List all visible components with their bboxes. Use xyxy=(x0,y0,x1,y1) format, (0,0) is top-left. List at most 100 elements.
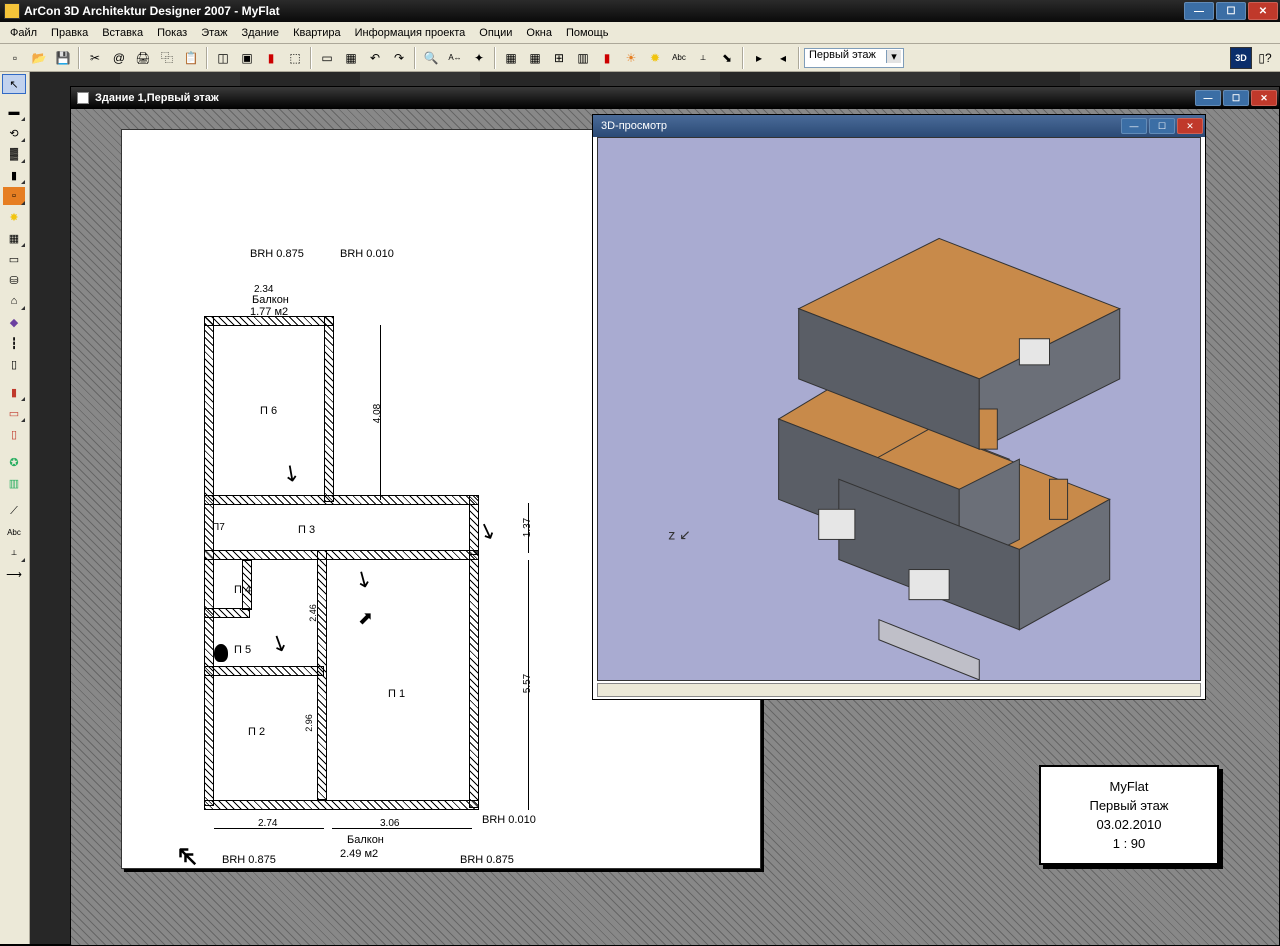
maximize-button[interactable]: ☐ xyxy=(1216,2,1246,20)
plan-maximize-button[interactable]: ☐ xyxy=(1223,90,1249,106)
select-tool-icon[interactable]: ↖ xyxy=(2,74,26,94)
person-tool-icon[interactable]: ✪ xyxy=(2,452,26,472)
arc-tool-icon[interactable]: ⟲ xyxy=(2,123,26,143)
ruler-tool-icon[interactable]: ⟂ xyxy=(2,543,26,563)
tool-icon[interactable]: ▮ xyxy=(260,47,282,69)
compass-icon[interactable]: ✦ xyxy=(468,47,490,69)
undo-icon[interactable] xyxy=(364,47,386,69)
door-tool-icon[interactable]: ▮ xyxy=(2,382,26,402)
print-icon[interactable] xyxy=(132,47,154,69)
door-swing-icon: ↘ xyxy=(349,563,378,595)
email-icon[interactable] xyxy=(108,47,130,69)
menu-building[interactable]: Здание xyxy=(236,25,286,41)
3d-close-button[interactable]: ✕ xyxy=(1177,118,1203,134)
marker-tool-icon[interactable]: ▯ xyxy=(2,354,26,374)
menubar: Файл Правка Вставка Показ Этаж Здание Кв… xyxy=(0,22,1280,44)
3d-maximize-button[interactable]: ☐ xyxy=(1149,118,1175,134)
arrow-icon[interactable]: ▸ xyxy=(748,47,770,69)
window-tool-icon[interactable]: ▭ xyxy=(2,403,26,423)
wall-tool-icon[interactable]: ▬ xyxy=(2,102,26,122)
grid-tool-icon[interactable]: ▦ xyxy=(2,228,26,248)
redo-icon[interactable] xyxy=(388,47,410,69)
menu-view[interactable]: Показ xyxy=(151,25,193,41)
line-tool-icon[interactable]: ┇ xyxy=(2,333,26,353)
help-icon[interactable]: ▯? xyxy=(1254,47,1276,69)
3d-toggle-button[interactable]: 3D xyxy=(1230,47,1252,69)
room-label: П 2 xyxy=(248,726,265,738)
cut-icon[interactable] xyxy=(84,47,106,69)
camera-icon: ⬈ xyxy=(358,608,373,629)
new-icon[interactable] xyxy=(4,47,26,69)
menu-insert[interactable]: Вставка xyxy=(96,25,149,41)
tool-icon[interactable]: ▭ xyxy=(316,47,338,69)
brh-label: BRH 0.875 xyxy=(222,854,276,866)
open-icon[interactable] xyxy=(28,47,50,69)
light-tool-icon[interactable]: ✸ xyxy=(2,207,26,227)
3d-view-titlebar[interactable]: 3D-просмотр — ☐ ✕ xyxy=(593,115,1205,137)
close-button[interactable]: ✕ xyxy=(1248,2,1278,20)
minimize-button[interactable]: — xyxy=(1184,2,1214,20)
zoom-icon[interactable] xyxy=(420,47,442,69)
texture-tool-icon[interactable]: ▥ xyxy=(2,473,26,493)
slab-tool-icon[interactable]: ▭ xyxy=(2,249,26,269)
floor-selected-label: Первый этаж xyxy=(809,49,876,61)
plan-close-button[interactable]: ✕ xyxy=(1251,90,1277,106)
solid-tool-icon[interactable]: ◆ xyxy=(2,312,26,332)
tool-icon[interactable]: ▥ xyxy=(572,47,594,69)
tool-icon[interactable]: ▦ xyxy=(340,47,362,69)
room-label: П7 xyxy=(212,522,225,533)
separator xyxy=(78,47,80,69)
hatch-tool-icon[interactable]: ▓ xyxy=(2,144,26,164)
text-icon[interactable]: Abc xyxy=(668,47,690,69)
copy-icon[interactable] xyxy=(156,47,178,69)
tool-icon[interactable]: ◫ xyxy=(212,47,234,69)
menu-projectinfo[interactable]: Информация проекта xyxy=(349,25,472,41)
tool-icon[interactable]: ▮ xyxy=(596,47,618,69)
balcony-area: 2.49 м2 xyxy=(340,848,378,860)
menu-help[interactable]: Помощь xyxy=(560,25,615,41)
menu-edit[interactable]: Правка xyxy=(45,25,94,41)
app-title: ArCon 3D Architektur Designer 2007 - MyF… xyxy=(24,4,280,18)
room-tool-icon[interactable]: ▫ xyxy=(2,186,26,206)
menu-floor[interactable]: Этаж xyxy=(195,25,233,41)
balcony-label: Балкон xyxy=(347,834,384,846)
room-label: П 6 xyxy=(260,405,277,417)
tool-icon[interactable]: ⊞ xyxy=(548,47,570,69)
titleblock-floor: Первый этаж xyxy=(1089,798,1168,813)
tool-icon[interactable]: ✹ xyxy=(644,47,666,69)
section-tool-icon[interactable]: ⟶ xyxy=(2,564,26,584)
menu-apartment[interactable]: Квартира xyxy=(287,25,347,41)
grid-icon[interactable] xyxy=(500,47,522,69)
roof-tool-icon[interactable]: ⛁ xyxy=(2,270,26,290)
vertical-toolbox: ↖ ▬ ⟲ ▓ ▮ ▫ ✸ ▦ ▭ ⛁ ⌂ ◆ ┇ ▯ ▮ ▭ ▯ ✪ ▥ ⟋ … xyxy=(0,72,30,944)
tool-icon[interactable]: ☀ xyxy=(620,47,642,69)
floor-selector[interactable]: Первый этаж xyxy=(804,48,904,68)
measure-icon[interactable]: ⟂ xyxy=(692,47,714,69)
tool-icon[interactable]: ▣ xyxy=(236,47,258,69)
plan-window-title: Здание 1,Первый этаж xyxy=(95,92,219,104)
tool-icon[interactable]: ⬊ xyxy=(716,47,738,69)
plan-minimize-button[interactable]: — xyxy=(1195,90,1221,106)
3d-horizontal-scrollbar[interactable] xyxy=(597,683,1201,697)
arrow-icon[interactable]: ◂ xyxy=(772,47,794,69)
brh-label: BRH 0.010 xyxy=(482,814,536,826)
dimension-tool-icon[interactable]: ⟋ xyxy=(2,501,26,521)
text-tool-icon[interactable]: Abc xyxy=(2,522,26,542)
menu-file[interactable]: Файл xyxy=(4,25,43,41)
separator xyxy=(798,47,800,69)
tool-icon[interactable]: A↔ xyxy=(444,47,466,69)
menu-options[interactable]: Опции xyxy=(473,25,518,41)
column-tool-icon[interactable]: ▮ xyxy=(2,165,26,185)
opening-tool-icon[interactable]: ▯ xyxy=(2,424,26,444)
3d-viewport[interactable]: z ↙ xyxy=(597,137,1201,681)
plan-window-titlebar[interactable]: Здание 1,Первый этаж — ☐ ✕ xyxy=(71,87,1279,109)
tool-icon[interactable]: ⬚ xyxy=(284,47,306,69)
tool-icon[interactable]: ▦ xyxy=(524,47,546,69)
dim-line xyxy=(332,828,472,829)
stairs-tool-icon[interactable]: ⌂ xyxy=(2,291,26,311)
3d-render: z ↙ xyxy=(598,138,1200,680)
menu-windows[interactable]: Окна xyxy=(520,25,558,41)
save-icon[interactable] xyxy=(52,47,74,69)
paste-icon[interactable] xyxy=(180,47,202,69)
3d-minimize-button[interactable]: — xyxy=(1121,118,1147,134)
